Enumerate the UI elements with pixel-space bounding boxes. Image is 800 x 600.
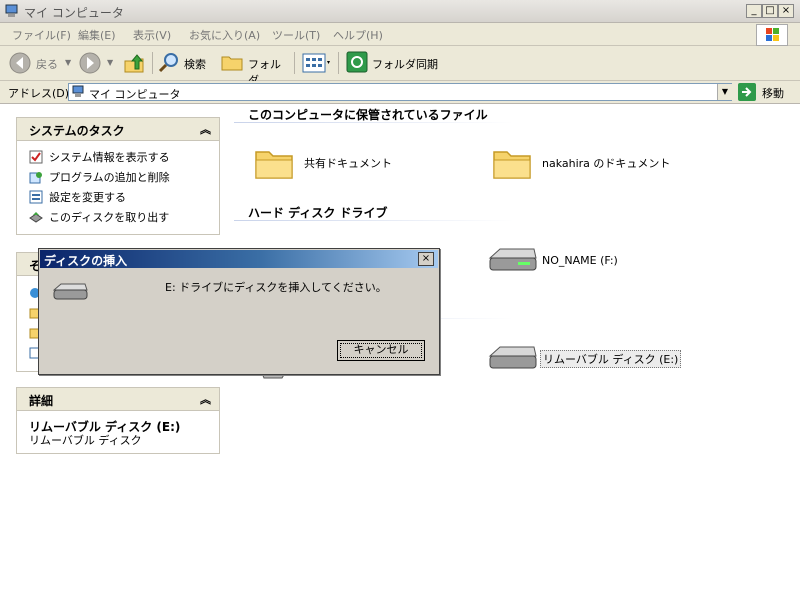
folder-icon <box>492 142 532 182</box>
task-add-remove-programs[interactable]: プログラムの追加と削除 <box>29 169 170 185</box>
back-arrow-icon <box>8 51 32 75</box>
user-documents-label: nakahira のドキュメント <box>542 157 671 170</box>
search-label: 検索 <box>184 58 206 71</box>
system-tasks-header[interactable]: システムのタスク ︽ <box>17 118 219 141</box>
system-info-icon <box>29 150 43 164</box>
back-label: 戻る <box>36 58 58 71</box>
collapse-icon[interactable]: ︽ <box>200 121 211 137</box>
cancel-button[interactable]: キャンセル <box>337 340 425 361</box>
forward-arrow-icon <box>79 52 101 74</box>
shared-documents-label: 共有ドキュメント <box>304 157 392 170</box>
collapse-icon[interactable]: ︽ <box>200 391 211 407</box>
dialog-title: ディスクの挿入 <box>44 254 128 268</box>
toolbar: 戻る ▼ ▼ 検索 フォルダ フォルダ同期 <box>0 46 800 87</box>
views-icon <box>302 53 330 73</box>
minimize-button[interactable]: _ <box>746 4 762 18</box>
back-dropdown-icon[interactable]: ▼ <box>65 58 71 67</box>
task-eject-disk[interactable]: このディスクを取り出す <box>29 209 169 225</box>
up-folder-icon <box>124 54 144 73</box>
back-button[interactable]: 戻る <box>8 51 68 75</box>
title-bar[interactable]: マイ コンピュータ _ □ × <box>0 0 800 23</box>
windows-logo-icon <box>756 24 788 46</box>
go-button[interactable]: 移動 <box>738 83 798 101</box>
system-tasks-title: システムのタスク <box>29 124 125 138</box>
address-label: アドレス(D) <box>8 87 70 100</box>
menu-edit[interactable]: 編集(E) <box>78 27 116 43</box>
folder-sync-label: フォルダ同期 <box>372 58 438 71</box>
menu-bar: ファイル(F) 編集(E) 表示(V) お気に入り(A) ツール(T) ヘルプ(… <box>0 23 800 46</box>
disk-drive-icon <box>53 283 89 301</box>
removable-drive-icon <box>488 344 538 372</box>
section-divider <box>234 122 514 123</box>
address-value: マイ コンピュータ <box>89 88 181 101</box>
close-button[interactable]: × <box>778 4 794 18</box>
settings-icon <box>29 190 43 204</box>
menu-help[interactable]: ヘルプ(H) <box>333 27 383 43</box>
programs-icon <box>29 170 43 184</box>
details-header[interactable]: 詳細 ︽ <box>17 388 219 411</box>
go-label: 移動 <box>762 87 784 100</box>
menu-tools[interactable]: ツール(T) <box>272 27 320 43</box>
forward-button[interactable] <box>78 51 102 75</box>
address-input[interactable]: マイ コンピュータ ▼ <box>68 83 732 101</box>
up-folder-button[interactable] <box>122 51 146 75</box>
search-button[interactable]: 検索 <box>158 51 216 75</box>
my-computer-icon <box>4 3 20 19</box>
drive-f-label: NO_NAME (F:) <box>542 254 618 267</box>
insert-disk-dialog: ディスクの挿入 × E: ドライブにディスクを挿入してください。 キャンセル <box>38 248 440 375</box>
address-dropdown-icon[interactable]: ▼ <box>717 84 732 100</box>
go-arrow-icon <box>738 83 756 101</box>
search-icon <box>158 51 180 73</box>
folders-icon <box>220 51 244 73</box>
menu-view[interactable]: 表示(V) <box>133 27 171 43</box>
views-button[interactable] <box>302 53 332 73</box>
details-pane: 詳細 ︽ リムーバブル ディスク (E:) リムーバブル ディスク <box>16 387 220 454</box>
address-computer-icon <box>72 85 86 99</box>
window-title: マイ コンピュータ <box>24 6 124 20</box>
forward-dropdown-icon[interactable]: ▼ <box>107 58 113 67</box>
dialog-title-bar[interactable]: ディスクの挿入 × <box>40 250 438 268</box>
task-view-system-info[interactable]: システム情報を表示する <box>29 149 170 165</box>
menu-file[interactable]: ファイル(F) <box>12 27 71 43</box>
folder-sync-button[interactable]: フォルダ同期 <box>346 51 446 75</box>
task-change-settings[interactable]: 設定を変更する <box>29 189 126 205</box>
folders-button[interactable]: フォルダ <box>220 51 290 87</box>
dialog-close-button[interactable]: × <box>418 252 434 266</box>
section-divider <box>234 220 514 221</box>
hard-disks-heading: ハード ディスク ドライブ <box>248 206 388 220</box>
maximize-button[interactable]: □ <box>762 4 778 18</box>
drive-e-label: リムーバブル ディスク (E:) <box>540 350 682 368</box>
details-type: リムーバブル ディスク <box>29 434 142 447</box>
hard-drive-icon <box>488 246 538 274</box>
details-title: 詳細 <box>29 394 54 408</box>
dialog-message: E: ドライブにディスクを挿入してください。 <box>165 281 387 294</box>
eject-disk-icon <box>29 210 43 224</box>
stored-files-heading: このコンピュータに保管されているファイル <box>248 108 488 122</box>
system-tasks-pane: システムのタスク ︽ システム情報を表示する プログラムの追加と削除 設定を変更… <box>16 117 220 235</box>
sync-icon <box>346 51 368 73</box>
menu-favorites[interactable]: お気に入り(A) <box>189 27 260 43</box>
folder-icon <box>254 142 294 182</box>
